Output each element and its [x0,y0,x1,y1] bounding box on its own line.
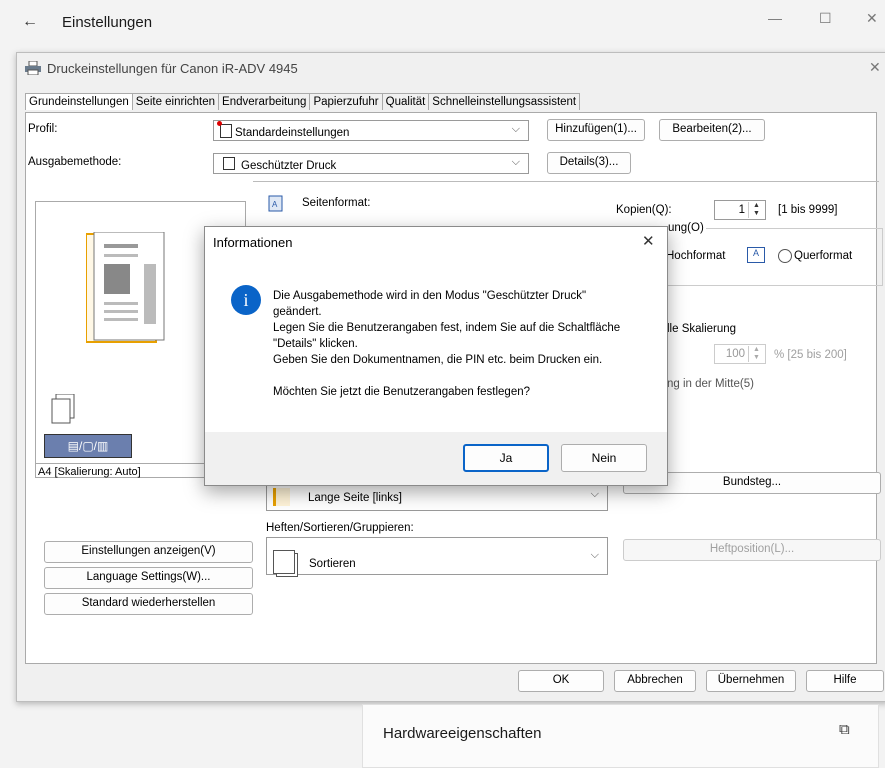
copies-stack-icon [51,394,75,424]
divider [253,181,879,182]
landscape-page-icon: A [747,247,765,263]
minimize-icon[interactable]: — [768,10,782,26]
maximize-icon[interactable]: ☐ [819,10,832,27]
dialog-title: Informationen [213,235,293,250]
close-icon[interactable]: ✕ [866,10,878,27]
svg-text:A: A [272,200,278,209]
binding-icon [273,488,290,506]
copies-label: Kopien(Q): [616,204,672,216]
page-preview-icon [86,232,165,343]
layout-mode-icon[interactable]: ▤/▢/▥ [44,434,132,458]
scaling-value: 100 [725,348,745,360]
dialog-footer: Ja Nein [205,432,667,485]
profile-icon [217,121,232,138]
copies-value: 1 [738,204,745,216]
settings-title: Einstellungen [62,14,153,31]
view-settings-button[interactable]: Einstellungen anzeigen(V) [44,541,253,563]
collate-icon [273,550,295,574]
hardware-properties-label: Hardwareeigenschaften [383,725,542,742]
message-line: geändert. [273,306,322,318]
chevron-down-icon: ⌵ [511,123,520,135]
message-line: "Details" klicken. [273,338,358,350]
stepper-arrows-icon[interactable]: ▲ ▼ [748,202,764,218]
tab-finishing[interactable]: Endverarbeitung [218,93,311,110]
orientation-label: ung(O) [666,222,706,234]
page-size-label: Seitenformat: [302,197,371,209]
copies-range: [1 bis 9999] [778,204,838,216]
help-button[interactable]: Hilfe [806,670,884,692]
tab-paper-source[interactable]: Papierzufuhr [309,93,383,110]
chevron-down-icon: ⌵ [511,156,520,168]
information-dialog: Informationen ✕ i Die Ausgabemethode wir… [204,226,668,486]
back-arrow-icon[interactable]: ← [22,13,38,31]
portrait-option[interactable]: Hochformat [666,250,725,262]
staple-value: Sortieren [309,558,356,570]
profile-value: Standardeinstellungen [235,127,350,139]
preview-caption: A4 [Skalierung: Auto] [38,466,141,478]
external-link-icon: ⧉ [839,721,850,738]
staple-collate-select[interactable]: Sortieren ⌵ [266,537,608,575]
output-method-value: Geschützter Druck [241,160,337,172]
tab-basic[interactable]: Grundeinstellungen [25,93,133,110]
tab-quick-setup[interactable]: Schnelleinstellungsassistent [428,93,581,110]
tab-quality[interactable]: Qualität [381,93,430,110]
restore-defaults-button[interactable]: Standard wiederherstellen [44,593,253,615]
cancel-button[interactable]: Abbrechen [614,670,696,692]
no-button[interactable]: Nein [561,444,647,472]
stepper-arrows-icon: ▲ ▼ [748,346,764,362]
scaling-label: lle Skalierung [667,323,737,335]
message-line: Geben Sie den Dokumentnamen, die PIN etc… [273,354,603,366]
copies-stepper[interactable]: 1 ▲ ▼ [714,200,766,220]
close-icon[interactable]: ✕ [869,59,881,76]
center-print-label: ng in der Mitte(5) [667,378,754,390]
apply-button[interactable]: Übernehmen [706,670,796,692]
binding-value: Lange Seite [links] [308,492,402,504]
tab-page-setup[interactable]: Seite einrichten [131,93,220,110]
tab-bar: Grundeinstellungen Seite einrichten Endver… [25,93,581,113]
message-line: Die Ausgabemethode wird in den Modus "Ge… [273,290,587,302]
lock-icon [223,157,235,170]
scaling-stepper: 100 ▲ ▼ [714,344,766,364]
output-method-label: Ausgabemethode: [28,156,122,168]
staple-label: Heften/Sortieren/Gruppieren: [266,522,414,534]
window-title: Druckeinstellungen für Canon iR-ADV 4945 [47,61,298,76]
scaling-range: % [25 bis 200] [774,349,847,361]
message-line: Legen Sie die Benutzerangaben fest, inde… [273,322,621,334]
window-titlebar: Druckeinstellungen für Canon iR-ADV 4945… [17,53,885,83]
add-profile-button[interactable]: Hinzufügen(1)... [547,119,645,141]
yes-button[interactable]: Ja [463,444,549,472]
landscape-option[interactable]: Querformat [794,250,852,262]
page-size-icon: A [268,195,283,212]
ok-button[interactable]: OK [518,670,604,692]
language-settings-button[interactable]: Language Settings(W)... [44,567,253,589]
profile-label: Profil: [28,123,58,135]
dialog-message: Die Ausgabemethode wird in den Modus "Ge… [273,288,658,400]
details-button[interactable]: Details(3)... [547,152,631,174]
info-icon: i [231,285,261,315]
close-icon[interactable]: ✕ [642,232,655,250]
chevron-down-icon: ⌵ [590,549,599,561]
hardware-properties-link[interactable]: Hardwareeigenschaften ⧉ [362,704,879,768]
message-question: Möchten Sie jetzt die Benutzerangaben fe… [273,386,531,398]
profile-select[interactable]: Standardeinstellungen ⌵ [213,120,529,141]
output-method-select[interactable]: Geschützter Druck ⌵ [213,153,529,174]
printer-icon [25,61,41,75]
staple-position-button: Heftposition(L)... [623,539,881,561]
chevron-down-icon: ⌵ [590,488,599,500]
edit-profile-button[interactable]: Bearbeiten(2)... [659,119,765,141]
landscape-radio[interactable] [778,249,792,263]
